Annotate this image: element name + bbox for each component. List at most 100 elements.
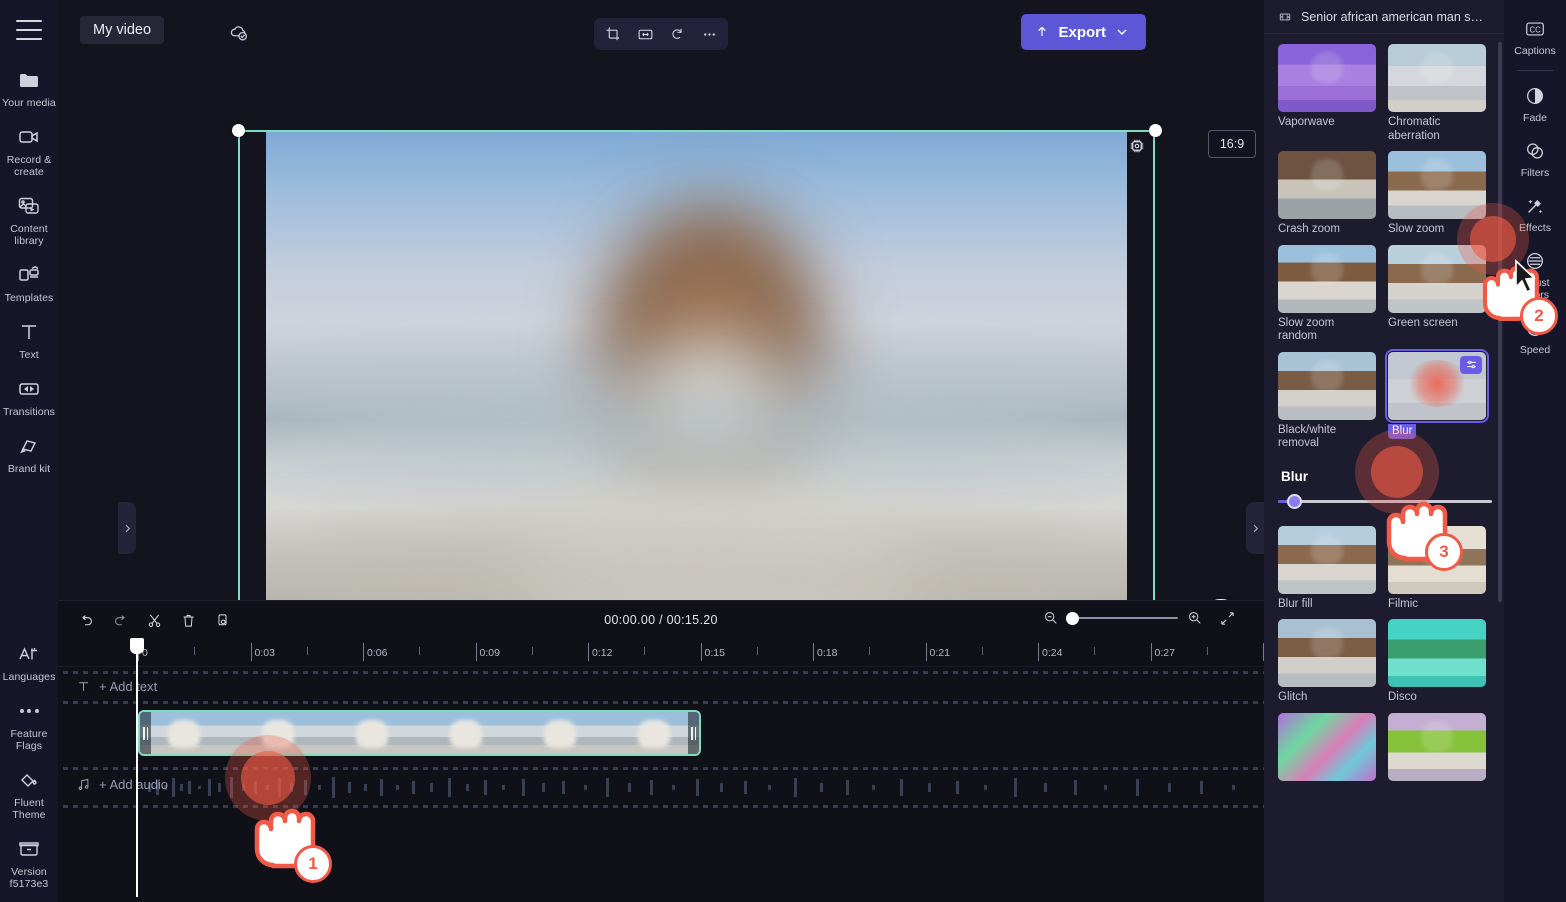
tab-filters[interactable]: Filters xyxy=(1504,130,1566,185)
video-track[interactable] xyxy=(58,710,1264,762)
timeline-zoom-slider[interactable] xyxy=(1066,609,1178,627)
effects-panel-title: Senior african american man sm... xyxy=(1301,9,1490,24)
fit-tool[interactable] xyxy=(630,20,660,48)
resize-handle-top-right[interactable] xyxy=(1148,123,1162,137)
svg-text:CC: CC xyxy=(1530,25,1542,34)
tab-label: Captions xyxy=(1514,45,1556,57)
effect-thumbnail[interactable] xyxy=(1278,619,1376,687)
fit-timeline-icon[interactable] xyxy=(1219,610,1236,627)
effect-item[interactable]: Vaporwave xyxy=(1278,44,1376,143)
redo-button[interactable] xyxy=(106,607,134,633)
aspect-ratio-badge[interactable]: 16:9 xyxy=(1208,130,1256,158)
sidebar-item-languages[interactable]: Languages xyxy=(0,632,58,689)
timeline-tracks: + Add text + Add audio xyxy=(58,667,1264,808)
gpu-chip-icon xyxy=(1127,136,1147,156)
speed-icon xyxy=(1522,315,1548,341)
preview-tool-cluster xyxy=(594,18,728,50)
add-audio-label: + Add audio xyxy=(99,777,169,792)
effects-scroll-area[interactable]: Vaporwave Chromatic aberration Crash zoom S… xyxy=(1264,34,1504,902)
add-audio-button[interactable]: + Add audio xyxy=(76,777,168,792)
effect-item[interactable]: Chromatic aberration xyxy=(1388,44,1486,143)
resize-handle-top-left[interactable] xyxy=(231,123,245,137)
ruler-tick-label: 0:15 xyxy=(704,647,725,659)
effect-thumbnail[interactable] xyxy=(1278,44,1376,112)
effect-item[interactable]: Blur fill xyxy=(1278,525,1376,612)
tab-fade[interactable]: Fade xyxy=(1504,75,1566,130)
effect-item[interactable] xyxy=(1278,712,1376,781)
undo-button[interactable] xyxy=(72,607,100,633)
zoom-slider-thumb[interactable] xyxy=(1066,611,1079,625)
effect-label: Black/white removal xyxy=(1278,423,1337,450)
tab-speed[interactable]: Speed xyxy=(1504,307,1566,362)
timeline-panel: 00:00.00 / 00:15.20 0 0:03 0:06 0:09 0:1… xyxy=(58,600,1321,902)
sidebar-item-record-create[interactable]: Record & create xyxy=(0,115,58,184)
effect-item[interactable]: Glitch xyxy=(1278,619,1376,705)
effect-thumbnail[interactable] xyxy=(1388,712,1486,781)
effect-thumbnail[interactable] xyxy=(1388,44,1486,112)
text-track[interactable]: + Add text xyxy=(58,671,1264,705)
sidebar-item-templates[interactable]: Templates xyxy=(0,253,58,310)
project-title-input[interactable]: My video xyxy=(80,16,165,44)
effect-item[interactable]: Disco xyxy=(1388,619,1486,705)
effect-thumbnail[interactable] xyxy=(1388,244,1486,313)
sidebar-item-label: Languages xyxy=(2,671,56,683)
blur-intensity-slider[interactable] xyxy=(1278,494,1492,510)
effect-item[interactable]: Blur xyxy=(1385,348,1489,451)
sidebar-item-transitions[interactable]: Transitions xyxy=(0,367,58,424)
effect-thumbnail[interactable] xyxy=(1388,525,1486,594)
effect-item[interactable] xyxy=(1388,712,1486,781)
playhead-knob[interactable] xyxy=(130,638,144,654)
crop-tool[interactable] xyxy=(598,20,628,48)
tab-captions[interactable]: CC Captions xyxy=(1504,8,1566,63)
clip-thumbnail xyxy=(140,712,234,754)
export-button[interactable]: Export xyxy=(1021,14,1146,50)
sidebar-item-your-media[interactable]: Your media xyxy=(0,58,58,115)
sidebar-item-text[interactable]: Text xyxy=(0,310,58,367)
effect-item[interactable]: Slow zoom random xyxy=(1278,244,1376,344)
effect-thumbnail[interactable] xyxy=(1278,351,1376,420)
playhead[interactable] xyxy=(130,638,144,897)
collapse-right-panel-button[interactable] xyxy=(1246,502,1264,554)
split-button[interactable] xyxy=(140,607,168,633)
delete-button[interactable] xyxy=(174,607,202,633)
clip-trim-handle-left[interactable] xyxy=(140,712,151,754)
slider-thumb[interactable] xyxy=(1287,494,1302,509)
effect-thumbnail[interactable] xyxy=(1385,348,1489,423)
effect-item[interactable]: Filmic xyxy=(1388,525,1486,612)
more-tool[interactable] xyxy=(694,20,724,48)
sidebar-item-fluent-theme[interactable]: Fluent Theme xyxy=(0,758,58,827)
clip-thumbnail xyxy=(516,712,610,754)
sidebar-item-version[interactable]: Version f5173e3 xyxy=(0,827,58,896)
effects-scrollbar[interactable] xyxy=(1498,42,1502,602)
effect-thumbnail[interactable] xyxy=(1388,151,1486,219)
effect-thumbnail[interactable] xyxy=(1278,151,1376,219)
effect-thumbnail[interactable] xyxy=(1278,712,1376,781)
effect-item[interactable]: Slow zoom xyxy=(1388,151,1486,237)
timeline-clip[interactable] xyxy=(138,710,701,756)
tab-effects[interactable]: Effects xyxy=(1504,185,1566,240)
zoom-out-icon[interactable] xyxy=(1043,610,1059,626)
zoom-slider-track xyxy=(1068,617,1178,619)
effect-thumbnail[interactable] xyxy=(1388,619,1486,687)
collapse-left-panel-button[interactable] xyxy=(118,502,136,554)
sidebar-item-brand-kit[interactable]: Brand kit xyxy=(0,424,58,481)
audio-track[interactable]: + Add audio xyxy=(58,767,1264,808)
sidebar-item-content-library[interactable]: Content library xyxy=(0,184,58,253)
rotate-tool[interactable] xyxy=(662,20,692,48)
video-selection-frame[interactable] xyxy=(231,123,1162,620)
timeline-ruler[interactable]: 00:030:060:090:120:150:180:210:240:270: xyxy=(58,638,1321,897)
effect-thumbnail[interactable] xyxy=(1278,525,1376,594)
tab-adjust-colors[interactable]: Adjust colors xyxy=(1504,240,1566,307)
effect-intensity-control: Blur xyxy=(1278,469,1492,510)
add-text-button[interactable]: + Add text xyxy=(76,679,157,694)
menu-icon[interactable] xyxy=(16,20,42,40)
effect-item[interactable]: Green screen xyxy=(1388,244,1486,344)
duplicate-button[interactable] xyxy=(208,607,236,633)
zoom-in-icon[interactable] xyxy=(1187,610,1203,626)
effect-thumbnail[interactable] xyxy=(1278,244,1376,313)
sidebar-item-feature-flags[interactable]: Feature Flags xyxy=(0,689,58,758)
effect-item[interactable]: Black/white removal xyxy=(1278,351,1376,451)
add-text-label: + Add text xyxy=(99,679,158,694)
effect-item[interactable]: Crash zoom xyxy=(1278,151,1376,237)
clip-trim-handle-right[interactable] xyxy=(688,712,699,754)
